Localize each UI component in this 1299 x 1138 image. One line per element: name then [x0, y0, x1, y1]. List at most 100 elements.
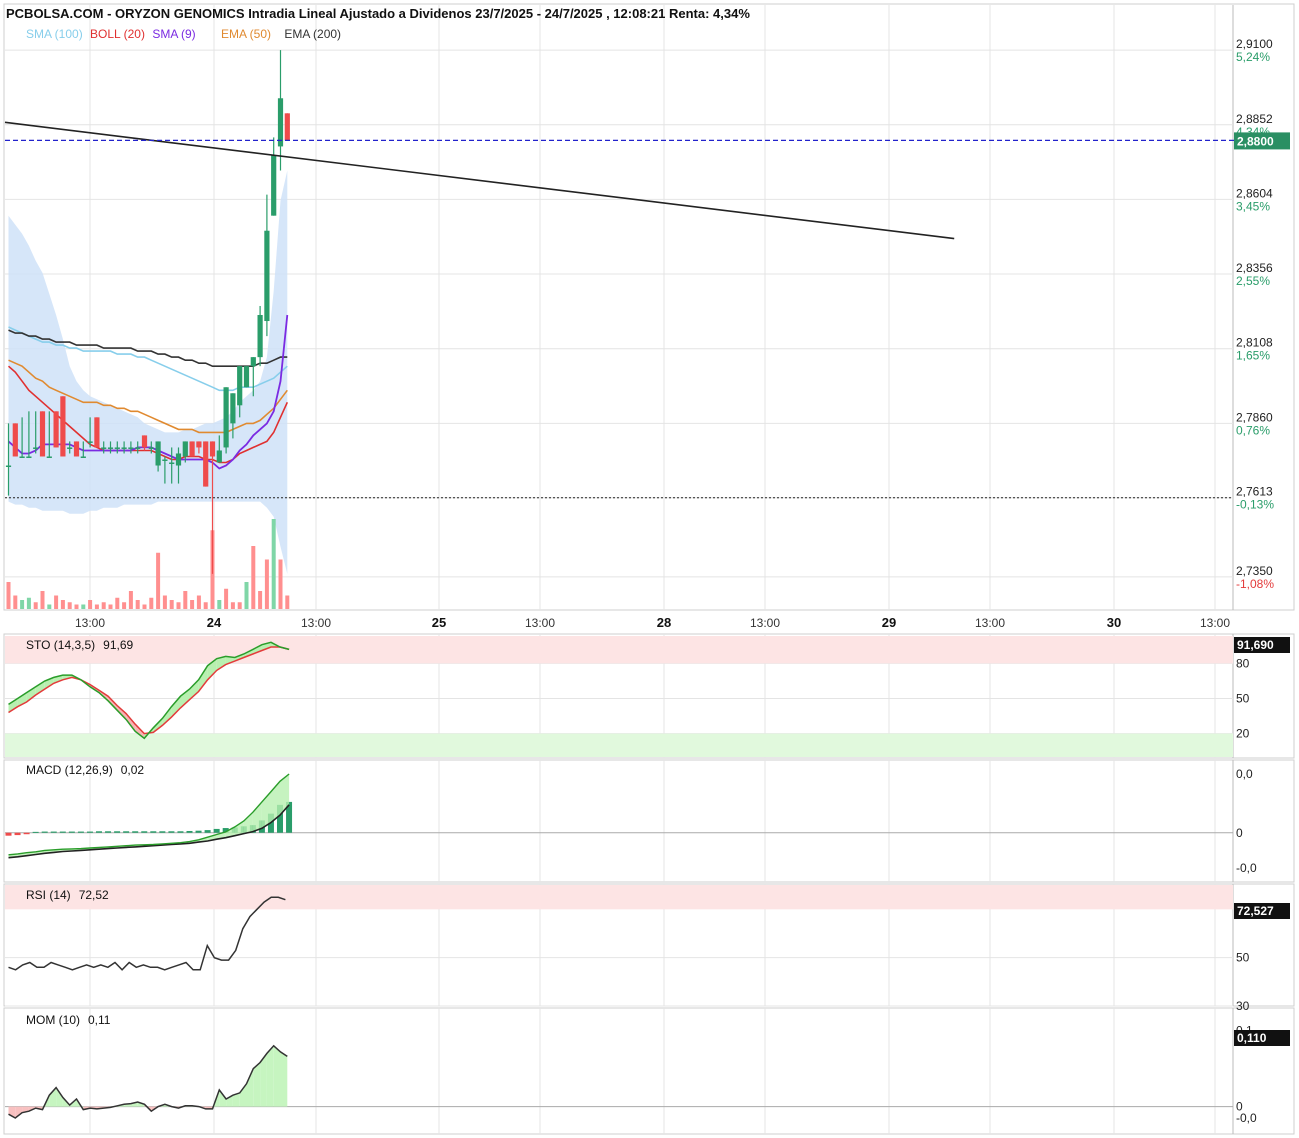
macd-hist-bar: [68, 831, 75, 833]
volume-bar: [108, 604, 113, 609]
x-tick-label: 13:00: [75, 616, 105, 630]
x-tick-label: 25: [432, 615, 446, 630]
candle: [243, 366, 250, 388]
candle: [94, 417, 100, 448]
candle: [39, 411, 46, 457]
volume-bar: [122, 602, 127, 609]
macd-tick: 0: [1236, 826, 1243, 840]
candle: [5, 465, 12, 468]
candle: [271, 155, 277, 216]
candle: [114, 447, 120, 449]
volume-bar: [101, 602, 106, 609]
candle: [209, 441, 216, 457]
mom-fill: [246, 1068, 254, 1107]
macd-hist-bar: [195, 830, 202, 833]
mom-fill: [280, 1051, 288, 1107]
candle: [237, 366, 243, 406]
macd-hist-bar: [213, 828, 220, 833]
volume-bar: [13, 595, 18, 609]
macd-value: 0,02: [121, 763, 145, 777]
x-tick-label: 13:00: [301, 616, 331, 630]
volume-bar: [230, 602, 235, 609]
y-tick-price: 2,7613: [1236, 485, 1273, 499]
volume-bar: [20, 600, 25, 609]
sto-value: 91,69: [103, 638, 133, 652]
sto-badge-value: 91,690: [1237, 638, 1274, 652]
macd-tick: -0,0: [1236, 861, 1257, 875]
volume-bar: [169, 600, 174, 609]
volume-bar: [115, 597, 120, 609]
y-tick-pct: -1,08%: [1236, 577, 1274, 591]
volume-bar: [67, 602, 72, 609]
legend: SMA (100) BOLL (20) SMA (9) EMA (50) EMA…: [26, 27, 341, 41]
volume-bar: [6, 582, 11, 609]
volume-bar: [33, 602, 38, 609]
candle: [101, 447, 107, 449]
sto-name: STO (14,3,5): [26, 638, 95, 652]
macd-hist-bar: [204, 830, 211, 833]
sto-label: STO (14,3,5) 91,69: [26, 638, 133, 652]
candle: [60, 396, 66, 457]
candle: [33, 447, 39, 449]
y-tick-price: 2,8108: [1236, 336, 1273, 350]
y-tick-price: 2,7860: [1236, 410, 1273, 424]
candle: [162, 459, 168, 461]
macd-fill: [243, 812, 253, 834]
trend-line: [4, 121, 955, 240]
macd-hist-bar: [132, 831, 139, 833]
candle: [196, 441, 202, 448]
mom-panel: 0,10-0,00,110: [8, 1024, 1290, 1125]
volume-bar: [217, 600, 222, 609]
candle: [284, 113, 290, 141]
macd-tick: 0,0: [1236, 767, 1253, 781]
candle: [148, 447, 154, 449]
mom-panel-frame: [3, 1007, 1295, 1135]
macd-line: [8, 773, 290, 856]
volume-bar: [203, 602, 208, 609]
candle: [121, 447, 127, 449]
candle: [80, 456, 86, 458]
sto-panel: 80 50 20 91,690: [5, 636, 1290, 757]
legend-sma9: SMA (9): [152, 27, 195, 41]
candle: [175, 453, 182, 466]
candle: [73, 441, 80, 457]
sto-tick: 80: [1236, 656, 1250, 670]
volume-bar: [54, 595, 59, 609]
volume-bar: [47, 604, 52, 609]
candle: [135, 447, 141, 449]
y-tick-pct: 2,55%: [1236, 274, 1270, 288]
y-tick-pct: 1,65%: [1236, 349, 1270, 363]
candle: [128, 447, 134, 449]
macd-hist-bar: [50, 831, 57, 833]
price-panel-frame: [3, 3, 1295, 611]
macd-hist-bar: [77, 831, 84, 833]
volume-bar: [264, 559, 269, 609]
macd-hist-bar: [168, 831, 175, 833]
y-tick-pct: 3,45%: [1236, 199, 1270, 213]
volume-bar: [237, 602, 242, 609]
x-tick-label: 30: [1107, 615, 1121, 630]
macd-panel-frame: [3, 759, 1295, 883]
volume-bar: [81, 604, 86, 609]
y-tick-price: 2,7350: [1236, 564, 1273, 578]
x-tick-label: 13:00: [975, 616, 1005, 630]
candle: [277, 98, 284, 147]
y-tick-price: 2,8356: [1236, 261, 1273, 275]
volume-bar: [135, 600, 140, 609]
rsi-name: RSI (14): [26, 888, 71, 902]
x-tick-label: 13:00: [750, 616, 780, 630]
mom-badge-value: 0,110: [1237, 1031, 1267, 1045]
y-tick-price: 2,9100: [1236, 37, 1273, 51]
x-tick-label: 13:00: [1200, 616, 1230, 630]
legend-ema50: EMA (50): [221, 27, 271, 41]
mom-name: MOM (10): [26, 1013, 80, 1027]
volume-bar: [271, 519, 276, 609]
macd-hist-bar: [96, 831, 102, 833]
candle: [257, 315, 263, 358]
volume-bar: [285, 595, 290, 609]
candle: [230, 393, 236, 424]
macd-hist-bar: [41, 831, 48, 833]
sto-oversold-zone: [5, 733, 1233, 757]
candle: [203, 441, 209, 487]
candle: [216, 450, 222, 463]
